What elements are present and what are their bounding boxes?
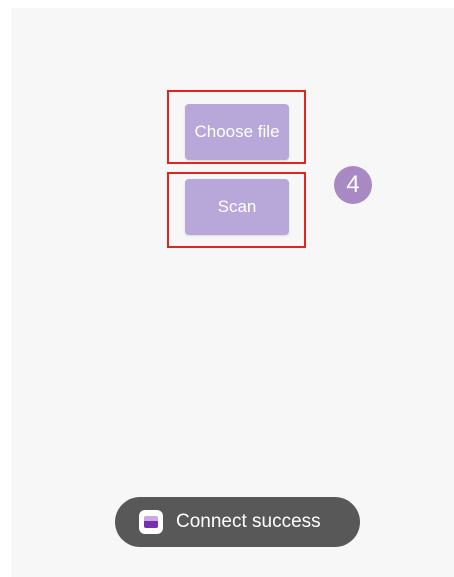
connect-success-toast: Connect success xyxy=(115,497,360,547)
choose-file-button[interactable]: Choose file xyxy=(185,104,289,160)
app-screen: Choose file Scan 4 Connect success xyxy=(11,8,454,577)
scan-button[interactable]: Scan xyxy=(185,179,289,235)
toast-message: Connect success xyxy=(176,511,321,532)
app-icon xyxy=(139,510,163,534)
step-number-badge: 4 xyxy=(334,166,372,204)
